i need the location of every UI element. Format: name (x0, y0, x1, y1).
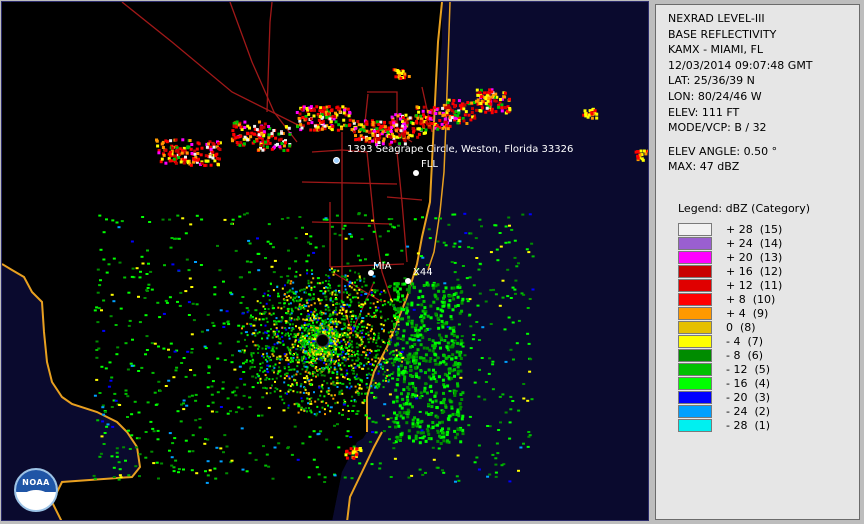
radar-site-marker (316, 334, 329, 347)
legend-label: + 8 (10) (726, 293, 776, 306)
noaa-logo: NOAA (14, 468, 58, 512)
noaa-gull-icon (22, 490, 50, 506)
legend-swatch (678, 391, 712, 404)
legend-label: + 16 (12) (726, 265, 783, 278)
mia-label: MIA (373, 261, 392, 272)
legend-row: + 28 (15) (678, 223, 838, 237)
legend-swatch (678, 321, 712, 334)
legend-label: + 12 (11) (726, 279, 783, 292)
legend-label: - 28 (1) (726, 419, 771, 432)
legend-row: - 20 (3) (678, 391, 838, 405)
legend-swatch (678, 279, 712, 292)
mode-vcp: MODE/VCP: B / 32 (668, 121, 767, 135)
legend-row: + 16 (12) (678, 265, 838, 279)
legend-label: + 20 (13) (726, 251, 783, 264)
legend-row: + 8 (10) (678, 293, 838, 307)
legend-row: - 16 (4) (678, 377, 838, 391)
radar-map-graphic (2, 2, 648, 520)
address-marker[interactable] (333, 157, 340, 164)
station-lat: LAT: 25/36/39 N (668, 74, 755, 88)
station-elev: ELEV: 111 FT (668, 105, 740, 119)
legend-swatch (678, 363, 712, 376)
scan-datetime: 12/03/2014 09:07:48 GMT (668, 58, 813, 72)
fll-marker (413, 170, 419, 176)
legend-row: - 28 (1) (678, 419, 838, 433)
legend-row: - 12 (5) (678, 363, 838, 377)
radar-map[interactable]: 1393 Seagrape Circle, Weston, Florida 33… (1, 1, 649, 521)
address-label: 1393 Seagrape Circle, Weston, Florida 33… (347, 144, 574, 155)
x44-marker (405, 278, 411, 284)
station-name: KAMX - MIAMI, FL (668, 43, 763, 57)
legend-swatch (678, 419, 712, 432)
product-type: BASE REFLECTIVITY (668, 27, 777, 41)
legend-row: - 24 (2) (678, 405, 838, 419)
legend-swatch (678, 377, 712, 390)
legend: + 28 (15) + 24 (14) + 20 (13) + 16 (12) + 12… (678, 223, 838, 433)
legend-swatch (678, 265, 712, 278)
legend-title: Legend: dBZ (Category) (678, 202, 810, 215)
legend-label: - 24 (2) (726, 405, 771, 418)
legend-label: + 28 (15) (726, 223, 783, 236)
legend-label: + 4 (9) (726, 307, 769, 320)
x44-label: X44 (413, 267, 433, 278)
legend-label: - 16 (4) (726, 377, 771, 390)
legend-label: - 12 (5) (726, 363, 771, 376)
legend-label: - 4 (7) (726, 335, 764, 348)
legend-label: - 8 (6) (726, 349, 764, 362)
max-dbz: MAX: 47 dBZ (668, 160, 740, 174)
legend-label: + 24 (14) (726, 237, 783, 250)
product-name: NEXRAD LEVEL-III (668, 12, 765, 25)
roads (121, 2, 433, 333)
legend-swatch (678, 307, 712, 320)
legend-swatch (678, 349, 712, 362)
legend-row: + 20 (13) (678, 251, 838, 265)
legend-swatch (678, 251, 712, 264)
fll-label: FLL (421, 159, 438, 170)
legend-swatch (678, 237, 712, 250)
noaa-logo-text: NOAA (22, 478, 50, 487)
info-panel: NEXRAD LEVEL-III BASE REFLECTIVITY KAMX … (655, 4, 860, 520)
legend-row: - 4 (7) (678, 335, 838, 349)
legend-label: 0 (8) (726, 321, 756, 334)
radar-viewer: 1393 Seagrape Circle, Weston, Florida 33… (0, 0, 864, 524)
legend-row: + 12 (11) (678, 279, 838, 293)
legend-swatch (678, 223, 712, 236)
legend-row: + 24 (14) (678, 237, 838, 251)
legend-swatch (678, 405, 712, 418)
legend-swatch (678, 293, 712, 306)
legend-label: - 20 (3) (726, 391, 771, 404)
legend-row: 0 (8) (678, 321, 838, 335)
legend-row: + 4 (9) (678, 307, 838, 321)
legend-swatch (678, 335, 712, 348)
elev-angle: ELEV ANGLE: 0.50 ° (668, 144, 778, 158)
legend-row: - 8 (6) (678, 349, 838, 363)
station-lon: LON: 80/24/46 W (668, 89, 762, 103)
